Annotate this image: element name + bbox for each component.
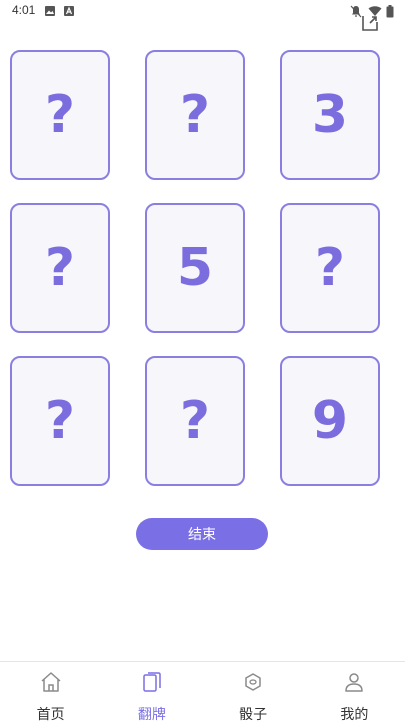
end-button[interactable]: 结束: [136, 518, 268, 550]
nav-label-cards: 翻牌: [137, 707, 166, 723]
home-icon: [41, 672, 61, 692]
flip-card[interactable]: 3: [280, 50, 380, 180]
nav-label-profile: 我的: [340, 707, 369, 723]
flip-card[interactable]: 9: [280, 356, 380, 486]
share-icon[interactable]: [361, 14, 379, 32]
nav-item-cards[interactable]: 翻牌: [101, 662, 202, 723]
nav-item-home[interactable]: 首页: [0, 662, 101, 723]
flip-card[interactable]: ?: [10, 50, 110, 180]
nav-item-dice[interactable]: 骰子: [203, 662, 304, 723]
flip-card[interactable]: ?: [145, 356, 245, 486]
nav-item-profile[interactable]: 我的: [304, 662, 405, 723]
a-box-icon: [64, 6, 74, 16]
image-icon: [45, 6, 55, 16]
battery-icon: [386, 5, 394, 18]
status-bar: 4:01: [0, 0, 405, 24]
flip-card[interactable]: 5: [145, 203, 245, 333]
nav-label-home: 首页: [36, 707, 65, 723]
user-icon: [345, 673, 364, 692]
bottom-nav: 首页 翻牌 骰子 我的: [0, 661, 405, 723]
nav-label-dice: 骰子: [239, 707, 268, 723]
status-time: 4:01: [12, 3, 36, 17]
dice-icon: [245, 673, 261, 691]
cards-icon: [143, 672, 161, 692]
flip-card[interactable]: ?: [145, 50, 245, 180]
flip-card[interactable]: ?: [280, 203, 380, 333]
flip-card[interactable]: ?: [10, 203, 110, 333]
flip-card[interactable]: ?: [10, 356, 110, 486]
